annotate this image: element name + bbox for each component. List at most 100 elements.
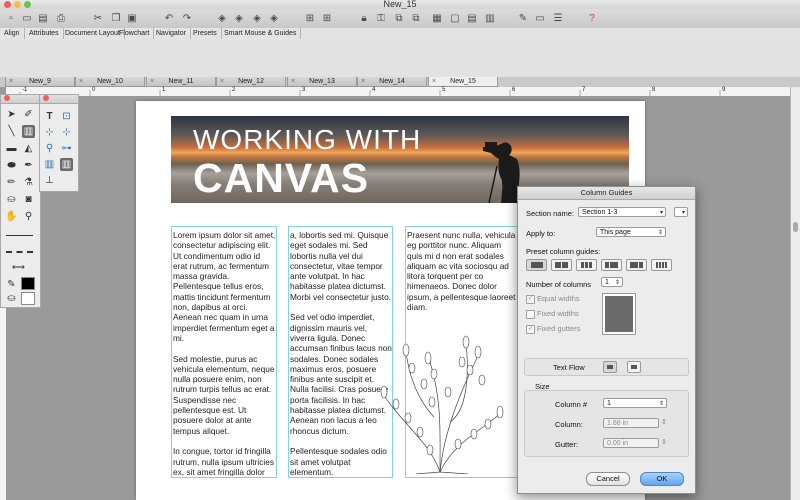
send-backward-icon[interactable]: ◈: [233, 12, 245, 24]
link-tool-icon[interactable]: ⊹: [43, 126, 56, 139]
stroke-color-swatch[interactable]: [21, 277, 35, 290]
linked-frames-tool-icon[interactable]: ⚲: [43, 142, 56, 155]
help-icon[interactable]: ?: [586, 12, 598, 24]
redo-icon[interactable]: ↷: [181, 12, 193, 24]
text-flow-down-button[interactable]: [627, 361, 641, 373]
zoom-tool-icon[interactable]: ⚲: [22, 210, 35, 223]
crop-icon[interactable]: ▢: [449, 12, 461, 24]
close-tab-icon[interactable]: ×: [150, 77, 154, 86]
grid-icon[interactable]: ⊞: [304, 12, 316, 24]
preset-three-columns[interactable]: [576, 259, 597, 271]
fixed-gutters-checkbox[interactable]: ✓: [526, 325, 535, 334]
lock-icon[interactable]: 🔒︎: [358, 12, 370, 24]
ellipse-tool-icon[interactable]: ⬬: [5, 159, 18, 172]
cancel-button[interactable]: Cancel: [586, 472, 630, 486]
doc-tab-new-11[interactable]: × New_11: [146, 77, 216, 87]
bring-front-icon[interactable]: ◈: [251, 12, 263, 24]
fixed-widths-checkbox[interactable]: [526, 310, 535, 319]
column-width-stepper-icon[interactable]: ⇕: [661, 418, 667, 426]
gutter-stepper-icon[interactable]: ⇕: [661, 438, 667, 446]
cut-icon[interactable]: ✂: [92, 12, 104, 24]
doc-tab-new-12[interactable]: × New_12: [216, 77, 286, 87]
open-icon[interactable]: ▭: [21, 12, 33, 24]
paint-bucket-tool-icon[interactable]: ⛀: [5, 193, 18, 206]
close-tab-icon[interactable]: ×: [432, 77, 436, 86]
pen-tool-icon[interactable]: ✒: [22, 159, 35, 172]
fill-tool-icon[interactable]: ◭: [22, 142, 35, 155]
ungroup-icon[interactable]: ⧉: [410, 12, 422, 24]
plant-illustration[interactable]: [370, 322, 512, 474]
arrow-tool-icon[interactable]: ➤: [5, 108, 18, 121]
text-column-1[interactable]: Lorem ipsum dolor sit amet, consectetur …: [173, 230, 276, 476]
send-back-icon[interactable]: ◈: [268, 12, 280, 24]
doc-tab-new-14[interactable]: × New_14: [357, 77, 427, 87]
ok-button[interactable]: OK: [640, 472, 684, 486]
palette-tab-flowchart[interactable]: Flowchart: [115, 28, 155, 39]
preset-left-wide[interactable]: [601, 259, 622, 271]
preview-icon[interactable]: ▭: [534, 12, 546, 24]
palette-tab-navigator[interactable]: Navigator: [152, 28, 191, 39]
new-document-icon[interactable]: ▫: [5, 12, 17, 24]
apply-to-select[interactable]: This page ⇕: [596, 227, 666, 237]
rectangle-tool-icon[interactable]: ▬: [5, 142, 18, 155]
stroke-color-icon[interactable]: ✎: [5, 278, 18, 291]
fill-color-icon[interactable]: ⛀: [5, 292, 18, 305]
camera-tool-icon[interactable]: ◙: [22, 193, 35, 206]
print-icon[interactable]: ⎙: [55, 12, 67, 24]
column-text-tool-icon[interactable]: ▥: [22, 125, 35, 138]
doc-tab-new-10[interactable]: × New_10: [75, 77, 145, 87]
arrowhead-icon[interactable]: ⟷: [12, 261, 25, 274]
pencil-tool-icon[interactable]: ✏: [5, 176, 18, 189]
guides-icon[interactable]: ▥: [484, 12, 496, 24]
horizontal-ruler[interactable]: -1 0 1 2 3 4 5 6 7 8 9: [6, 87, 790, 97]
unlock-icon[interactable]: ⚿: [375, 12, 387, 24]
save-icon[interactable]: ▤: [37, 12, 49, 24]
layers-icon[interactable]: ▦: [431, 12, 443, 24]
eyedropper-tool-icon[interactable]: ⚗: [22, 176, 35, 189]
unlink-tool-icon[interactable]: ⊹: [60, 126, 73, 139]
column-width-field[interactable]: 1.68 in: [603, 418, 659, 428]
doc-tab-new-15[interactable]: × New_15: [428, 77, 498, 87]
stamp-tool-icon[interactable]: ⊥: [43, 174, 56, 187]
vertical-scrollbar[interactable]: [790, 87, 800, 500]
text-tool-icon[interactable]: T: [43, 110, 56, 123]
undo-icon[interactable]: ↶: [163, 12, 175, 24]
doc-tab-new-13[interactable]: × New_13: [287, 77, 357, 87]
columns-tool-icon[interactable]: ▥: [60, 158, 73, 171]
copy-icon[interactable]: ❐: [110, 12, 122, 24]
line-weight-thin[interactable]: [6, 235, 33, 236]
fill-color-swatch[interactable]: [21, 292, 35, 305]
brush-tool-icon[interactable]: ✐: [22, 108, 35, 121]
close-tab-icon[interactable]: ×: [291, 77, 295, 86]
pen-tool-icon[interactable]: ✎: [517, 12, 529, 24]
line-style-dashed[interactable]: [6, 251, 33, 253]
paste-icon[interactable]: ▣: [126, 12, 138, 24]
stepper-icon[interactable]: ⇕: [615, 278, 620, 288]
gutter-field[interactable]: 0.00 in: [603, 438, 659, 448]
bring-forward-icon[interactable]: ◈: [216, 12, 228, 24]
text-column-3[interactable]: Praesent nunc nulla, vehicula eg porttit…: [407, 230, 517, 324]
close-tab-icon[interactable]: ×: [79, 77, 83, 86]
connect-tool-icon[interactable]: ⊶: [60, 142, 73, 155]
doc-tab-new-9[interactable]: × New_9: [5, 77, 75, 87]
rulers-icon[interactable]: ▤: [466, 12, 478, 24]
palette-tab-smart-mouse[interactable]: Smart Mouse & Guides: [220, 28, 302, 39]
close-tab-icon[interactable]: ×: [220, 77, 224, 86]
close-tab-icon[interactable]: ×: [9, 77, 13, 86]
column-number-select[interactable]: 1 ⇕: [603, 398, 667, 408]
inspector-icon[interactable]: ☰: [552, 12, 564, 24]
close-palette-button[interactable]: [43, 95, 49, 101]
palette-tab-attributes[interactable]: Attributes: [25, 28, 64, 39]
column-frames-tool-icon[interactable]: ▥: [43, 158, 56, 171]
number-of-columns-field[interactable]: 1 ⇕: [601, 277, 623, 287]
preset-two-columns[interactable]: [551, 259, 572, 271]
close-tab-icon[interactable]: ×: [361, 77, 365, 86]
snap-grid-icon[interactable]: ⊞: [321, 12, 333, 24]
equal-widths-checkbox[interactable]: ✓: [526, 295, 535, 304]
close-palette-button[interactable]: [4, 95, 10, 101]
line-tool-icon[interactable]: ╲: [5, 125, 18, 138]
scroll-thumb[interactable]: [793, 222, 798, 232]
text-frame-tool-icon[interactable]: ⊡: [60, 110, 73, 123]
palette-tab-presets[interactable]: Presets: [189, 28, 222, 39]
group-icon[interactable]: ⧉: [393, 12, 405, 24]
